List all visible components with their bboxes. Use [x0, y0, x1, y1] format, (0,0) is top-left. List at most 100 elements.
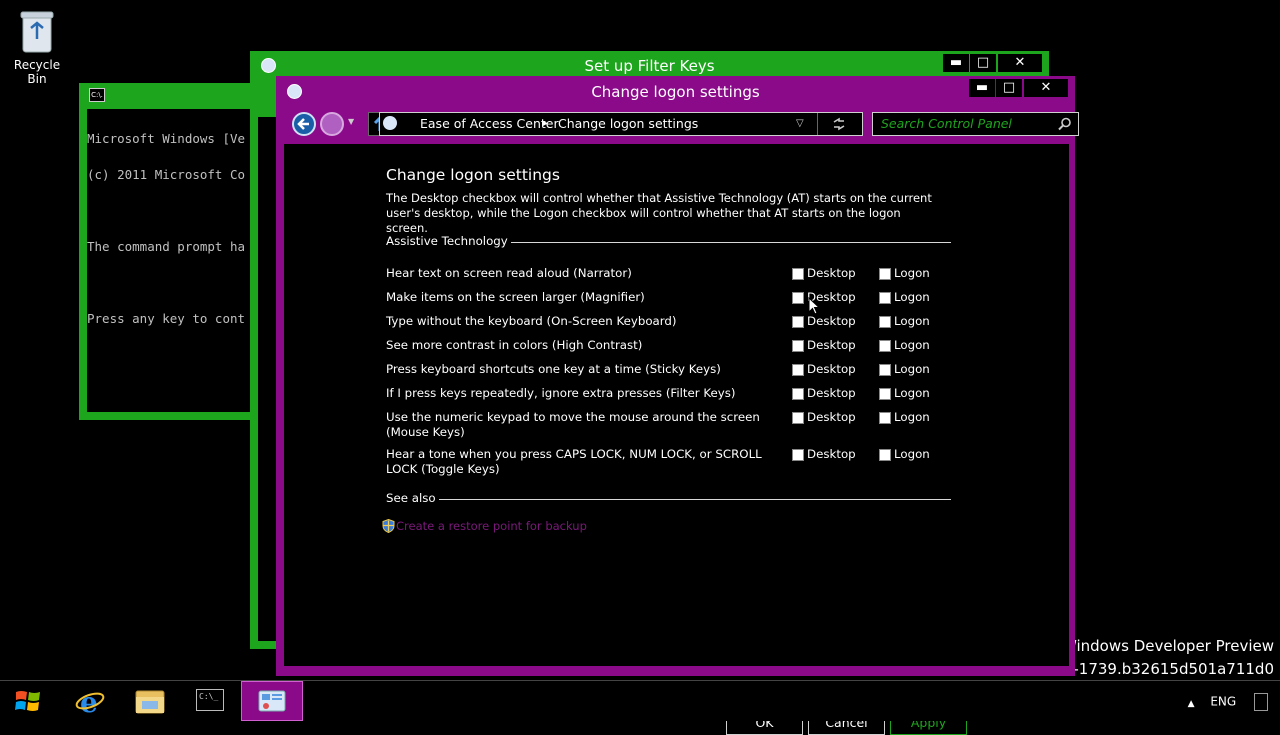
- minimize-button[interactable]: ▬: [943, 54, 969, 72]
- logon-checkbox[interactable]: [879, 292, 891, 304]
- at-label: Use the numeric keypad to move the mouse…: [386, 410, 760, 439]
- desktop-checkbox-label[interactable]: Desktop: [807, 362, 856, 377]
- logon-checkbox[interactable]: [879, 364, 891, 376]
- taskbar-control-panel[interactable]: [241, 681, 303, 721]
- window-body: [258, 117, 278, 641]
- recycle-bin[interactable]: Recycle Bin: [6, 6, 68, 86]
- tray-overflow-icon[interactable]: ▲: [1188, 699, 1195, 709]
- control-panel-icon: [383, 116, 397, 130]
- section-assistive-technology: Assistive Technology: [386, 234, 951, 250]
- desktop-checkbox[interactable]: [792, 412, 804, 424]
- back-button[interactable]: [292, 112, 316, 136]
- cmd-line: The command prompt ha: [87, 239, 246, 254]
- at-label: Press keyboard shortcuts one key at a ti…: [386, 362, 721, 376]
- logon-checkbox[interactable]: [879, 449, 891, 461]
- breadcrumb-separator[interactable]: ▸: [543, 113, 548, 135]
- minimize-button[interactable]: ▬: [969, 79, 995, 97]
- section-divider: [386, 499, 951, 500]
- recycle-bin-label: Recycle Bin: [13, 58, 61, 86]
- search-icon[interactable]: [1058, 117, 1072, 131]
- recycle-bin-icon: [20, 11, 54, 53]
- logon-checkbox[interactable]: [879, 268, 891, 280]
- logon-checkbox-label[interactable]: Logon: [894, 290, 930, 305]
- logon-checkbox-label[interactable]: Logon: [894, 314, 930, 329]
- cmd-window[interactable]: C:\. Microsoft Windows [Ve (c) 2011 Micr…: [79, 83, 251, 420]
- logon-checkbox-label[interactable]: Logon: [894, 386, 930, 401]
- windows-logo-icon: [15, 691, 40, 711]
- shield-icon: [382, 519, 395, 533]
- logon-checkbox[interactable]: [879, 388, 891, 400]
- cmd-icon: C:\.: [89, 88, 105, 102]
- logon-checkbox-label[interactable]: Logon: [894, 266, 930, 281]
- taskbar-command-prompt[interactable]: C:\_: [180, 681, 240, 721]
- at-label: Make items on the screen larger (Magnifi…: [386, 290, 645, 304]
- desktop-checkbox[interactable]: [792, 316, 804, 328]
- logon-checkbox-label[interactable]: Logon: [894, 447, 930, 462]
- close-button[interactable]: ✕: [998, 54, 1042, 72]
- cmd-console[interactable]: Microsoft Windows [Ve (c) 2011 Microsoft…: [87, 109, 251, 412]
- content-pane: Change logon settings The Desktop checkb…: [284, 144, 1069, 735]
- show-desktop-button[interactable]: [1254, 693, 1268, 711]
- internet-explorer-icon: e: [75, 686, 105, 716]
- desktop-checkbox-label[interactable]: Desktop: [807, 314, 856, 329]
- logon-checkbox-label[interactable]: Logon: [894, 338, 930, 353]
- close-button[interactable]: ✕: [1024, 79, 1068, 97]
- desktop-checkbox[interactable]: [792, 292, 804, 304]
- page-description: The Desktop checkbox will control whethe…: [386, 191, 932, 235]
- logon-checkbox[interactable]: [879, 412, 891, 424]
- navigation-bar: ▼ Ease of Access Center ▸ Change logon s…: [288, 109, 1079, 139]
- system-tray: ▲ ENG: [1188, 693, 1268, 711]
- address-dropdown-icon[interactable]: ▽: [796, 113, 804, 135]
- taskbar: e C:\_ ▲ ENG: [0, 680, 1280, 721]
- window-title: Change logon settings: [591, 83, 760, 101]
- maximize-button[interactable]: □: [996, 79, 1022, 97]
- desktop-checkbox-label[interactable]: Desktop: [807, 410, 856, 425]
- back-arrow-icon: [297, 118, 309, 130]
- desktop-checkbox[interactable]: [792, 388, 804, 400]
- language-indicator[interactable]: ENG: [1210, 695, 1236, 709]
- restore-point-link[interactable]: Create a restore point for backup: [382, 519, 587, 533]
- address-bar[interactable]: Ease of Access Center ▸ Change logon set…: [379, 112, 863, 136]
- breadcrumb-current[interactable]: Change logon settings: [558, 113, 698, 135]
- cmd-line: [87, 205, 251, 217]
- taskbar-internet-explorer[interactable]: e: [60, 681, 120, 721]
- section-see-also: See also: [386, 491, 951, 507]
- logon-checkbox-label[interactable]: Logon: [894, 410, 930, 425]
- desktop-checkbox[interactable]: [792, 364, 804, 376]
- maximize-button[interactable]: □: [970, 54, 996, 72]
- start-button[interactable]: [0, 681, 60, 721]
- cmd-line: [87, 277, 251, 289]
- search-input[interactable]: Search Control Panel: [872, 112, 1079, 136]
- window-title: Set up Filter Keys: [584, 57, 715, 75]
- taskbar-file-explorer[interactable]: [120, 681, 180, 721]
- desktop-checkbox-label[interactable]: Desktop: [807, 447, 856, 462]
- change-logon-window[interactable]: Change logon settings ▬ □ ✕ ▼ Ease of Ac…: [276, 76, 1079, 735]
- control-panel-icon: [258, 690, 286, 712]
- breadcrumb-ease-of-access[interactable]: Ease of Access Center: [420, 113, 559, 135]
- logon-checkbox[interactable]: [879, 340, 891, 352]
- command-prompt-icon: C:\_: [196, 689, 224, 711]
- at-label: If I press keys repeatedly, ignore extra…: [386, 386, 736, 400]
- at-label: Hear a tone when you press CAPS LOCK, NU…: [386, 447, 762, 476]
- refresh-button[interactable]: [817, 113, 862, 135]
- page-title: Change logon settings: [386, 166, 560, 184]
- restore-point-link-text[interactable]: Create a restore point for backup: [396, 519, 587, 533]
- at-label: Hear text on screen read aloud (Narrator…: [386, 266, 632, 280]
- cmd-line: Press any key to cont: [87, 311, 246, 326]
- recent-pages-dropdown[interactable]: ▼: [348, 117, 354, 126]
- cmd-line: (c) 2011 Microsoft Co: [87, 167, 246, 182]
- desktop-checkbox[interactable]: [792, 340, 804, 352]
- refresh-icon: [833, 117, 845, 131]
- desktop-checkbox[interactable]: [792, 449, 804, 461]
- logon-checkbox-label[interactable]: Logon: [894, 362, 930, 377]
- section-title: Assistive Technology: [386, 234, 511, 248]
- desktop-checkbox-label[interactable]: Desktop: [807, 338, 856, 353]
- section-title: See also: [386, 491, 439, 505]
- cmd-line: Microsoft Windows [Ve: [87, 131, 246, 146]
- desktop-checkbox[interactable]: [792, 268, 804, 280]
- mouse-cursor-icon: [808, 297, 820, 315]
- desktop-checkbox-label[interactable]: Desktop: [807, 386, 856, 401]
- forward-button[interactable]: [320, 112, 344, 136]
- logon-checkbox[interactable]: [879, 316, 891, 328]
- desktop-checkbox-label[interactable]: Desktop: [807, 266, 856, 281]
